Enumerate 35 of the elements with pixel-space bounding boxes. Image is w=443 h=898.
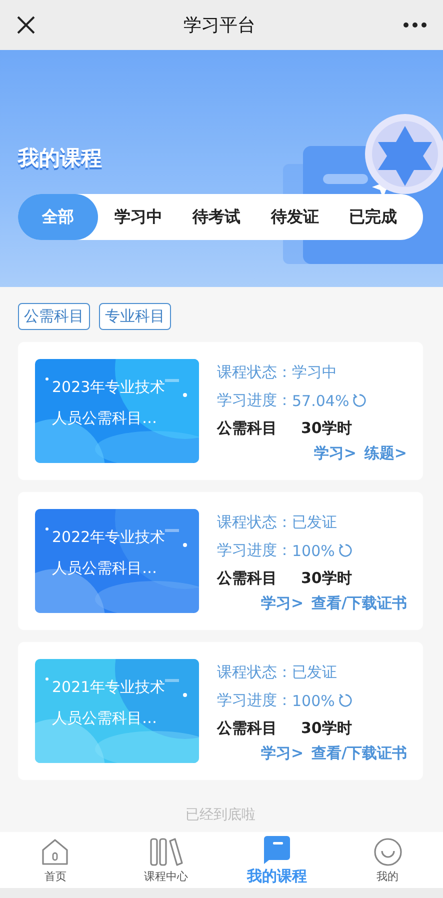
course-card[interactable]: 2022年专业技术人员公需科目… 课程状态：已发证 学习进度：100% 公需科目 30学时 学习> 查看/下载证书: [18, 492, 423, 630]
course-card[interactable]: 2021年专业技术人员公需科目… 课程状态：已发证 学习进度：100% 公需科目 30学时 学习> 查看/下载证书: [18, 642, 423, 780]
category-chip[interactable]: 专业科目: [99, 303, 171, 330]
status-value: 学习中: [292, 363, 337, 382]
nav-tab[interactable]: 我的: [342, 836, 433, 884]
banner-title: 我的课程: [18, 145, 102, 172]
end-note: 已经到底啦: [186, 806, 256, 824]
course-title: 2021年专业技术人员公需科目…: [52, 677, 166, 729]
category-text: 公需科目: [217, 568, 277, 588]
status-label: 课程状态：: [217, 363, 292, 382]
course-title: 2023年专业技术人员公需科目…: [52, 377, 166, 429]
status-tab[interactable]: 待发证: [256, 194, 333, 240]
status-tab[interactable]: 待考试: [178, 194, 254, 240]
status-value: 已发证: [292, 663, 337, 682]
course-card[interactable]: 2023年专业技术人员公需科目… 课程状态：学习中 学习进度：57.04% 公需科目 30学时 学习> 练题>: [18, 342, 423, 480]
nav-tab[interactable]: 首页: [10, 836, 100, 884]
nav-tab[interactable]: 课程中心: [121, 836, 212, 884]
progress-label: 学习进度：: [217, 691, 292, 710]
progress-value: 100%: [292, 692, 335, 710]
status-tab[interactable]: 学习中: [100, 194, 176, 240]
course-title: 2022年专业技术人员公需科目…: [52, 527, 166, 579]
category-chip[interactable]: 公需科目: [18, 303, 90, 330]
progress-value: 57.04%: [292, 392, 350, 410]
category-text: 公需科目: [217, 718, 277, 738]
progress-label: 学习进度：: [217, 391, 292, 410]
status-value: 已发证: [292, 513, 337, 532]
category-text: 公需科目: [217, 418, 277, 438]
progress-value: 100%: [292, 542, 335, 560]
hours-text: 30学时: [301, 418, 352, 438]
hours-text: 30学时: [301, 568, 352, 588]
status-label: 课程状态：: [217, 513, 292, 532]
window-title: 学习平台: [184, 14, 256, 37]
hours-text: 30学时: [301, 718, 352, 738]
status-label: 课程状态：: [217, 663, 292, 682]
progress-label: 学习进度：: [217, 541, 292, 560]
